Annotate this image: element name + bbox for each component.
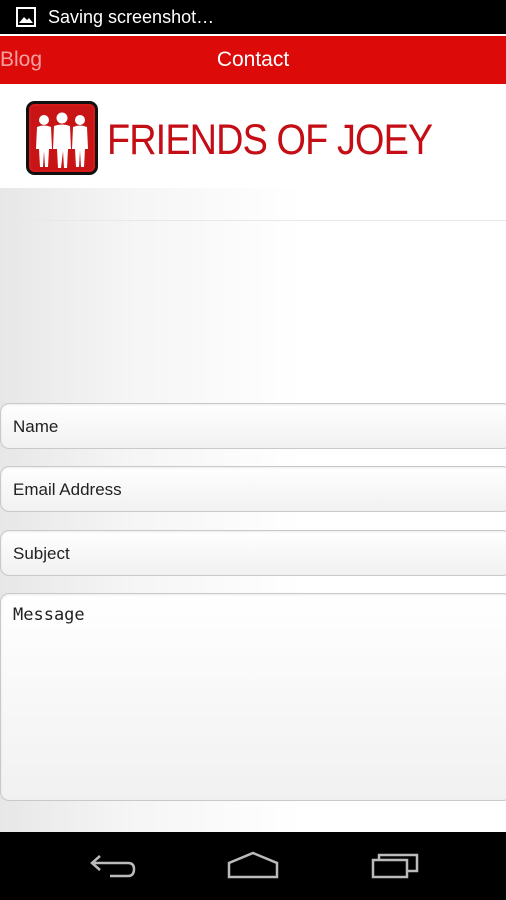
page-title: Contact bbox=[0, 36, 506, 84]
logo-band: FRIENDS OF JOEY bbox=[0, 84, 506, 188]
divider bbox=[0, 220, 506, 221]
message-field[interactable]: Message bbox=[0, 593, 506, 801]
system-nav-bar bbox=[0, 832, 506, 900]
name-field[interactable]: Name bbox=[0, 403, 506, 449]
status-text: Saving screenshot… bbox=[48, 6, 215, 27]
recents-icon[interactable] bbox=[370, 850, 420, 880]
email-placeholder: Email Address bbox=[13, 480, 122, 499]
status-bar: Saving screenshot… bbox=[0, 0, 506, 34]
subject-placeholder: Subject bbox=[13, 544, 70, 563]
message-placeholder: Message bbox=[13, 605, 85, 625]
logo-text: FRIENDS OF JOEY bbox=[107, 116, 433, 164]
friends-logo-mark bbox=[26, 101, 98, 175]
email-field[interactable]: Email Address bbox=[0, 466, 506, 512]
name-placeholder: Name bbox=[13, 417, 59, 436]
page-title-text: Contact bbox=[216, 48, 290, 71]
home-icon[interactable] bbox=[226, 850, 280, 880]
back-icon[interactable] bbox=[88, 850, 138, 880]
subject-field[interactable]: Subject bbox=[0, 530, 506, 576]
nav-bar: Blog Contact bbox=[0, 36, 506, 84]
contact-form-area: Name Email Address Subject Message bbox=[0, 188, 506, 832]
image-icon bbox=[16, 7, 36, 27]
